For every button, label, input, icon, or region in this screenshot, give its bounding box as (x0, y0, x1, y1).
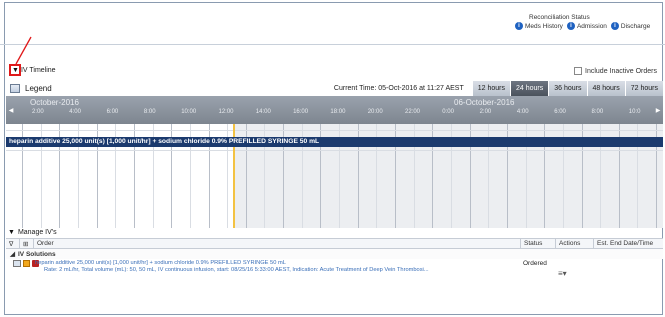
axis-tick-label: 10:00 (181, 109, 197, 115)
recon-admission[interactable]: i Admission (566, 22, 607, 30)
axis-tick-label: 10:0 (628, 109, 641, 115)
recon-meds-history[interactable]: i Meds History (515, 22, 563, 30)
axis-tick-label: 18:00 (330, 109, 346, 115)
axis-tick-label: 12:00 (218, 109, 234, 115)
timeline-toolbar: Legend Current Time: 05-Oct-2016 at 11:2… (6, 80, 663, 96)
group-label: IV Solutions (18, 250, 56, 258)
month-label-left: October-2016 (30, 98, 79, 107)
recon-discharge[interactable]: i Discharge (610, 22, 650, 30)
range-24-hours[interactable]: 24 hours (510, 80, 549, 96)
include-inactive-checkbox[interactable] (574, 67, 583, 75)
timeline-axis: ◀ October-2016 06-October-2016 ▶ 2:00 4:0… (6, 96, 663, 124)
range-72-hours[interactable]: 72 hours (624, 80, 663, 96)
col-actions[interactable]: Actions (556, 239, 594, 248)
group-iv-solutions[interactable]: ◢ IV Solutions (6, 249, 663, 259)
info-icon: i (566, 22, 575, 30)
axis-tick-label: 2:00 (479, 109, 492, 115)
order-details: Rate: 2 mL/hr, Total volume (mL): 50, 50… (44, 267, 429, 273)
reconciliation-status: Reconciliation Status i Meds History i Adm… (515, 14, 665, 30)
divider (0, 44, 665, 45)
include-inactive-toggle[interactable]: Include Inactive Orders (574, 67, 657, 75)
column-options-icon[interactable]: ⊞ (20, 239, 34, 248)
order-name[interactable]: heparin additive 25,000 unit(s) [1,000 u… (35, 260, 286, 266)
iv-orders-table: ∇ ⊞ Order Status Actions Est. End Date/T… (6, 238, 663, 315)
expand-group-icon[interactable]: ◢ (10, 250, 15, 258)
include-inactive-label: Include Inactive Orders (585, 67, 657, 75)
collapse-triangle-icon[interactable]: ▼ (12, 67, 19, 74)
range-12-hours[interactable]: 12 hours (471, 80, 510, 96)
info-icon: i (515, 22, 523, 30)
range-36-hours[interactable]: 36 hours (548, 80, 587, 96)
col-order[interactable]: Order (34, 239, 521, 248)
table-row[interactable]: heparin additive 25,000 unit(s) [1,000 u… (6, 259, 663, 281)
legend-label: Legend (25, 83, 52, 93)
filter-icon[interactable]: ∇ (6, 239, 20, 248)
manage-ivs-title: Manage IV's (17, 229, 57, 236)
iv-timeline-header[interactable]: ▼ IV Timeline (12, 67, 56, 74)
manage-ivs-header[interactable]: ▼ Manage IV's (8, 229, 57, 236)
iv-timeline-title: IV Timeline (20, 67, 56, 74)
axis-tick-label: 2:00 (32, 109, 44, 115)
collapse-triangle-icon[interactable]: ▼ (8, 229, 15, 236)
actions-menu-icon[interactable]: ≡▾ (558, 269, 567, 278)
info-icon: i (610, 22, 619, 30)
axis-tick-label: 4:00 (516, 109, 529, 115)
legend-button[interactable]: Legend (6, 83, 176, 93)
axis-tick-label: 0:00 (442, 109, 454, 115)
note-icon (23, 260, 30, 267)
order-type-icon (13, 260, 21, 267)
scroll-left-icon[interactable]: ◀ (6, 96, 16, 124)
axis-tick-label: 6:00 (554, 109, 566, 115)
col-status[interactable]: Status (521, 239, 556, 248)
axis-tick-label: 8:00 (143, 109, 156, 115)
grid-row-line (6, 150, 663, 151)
legend-icon (10, 83, 20, 93)
table-header: ∇ ⊞ Order Status Actions Est. End Date/T… (6, 239, 663, 249)
col-end-date[interactable]: Est. End Date/Time (594, 239, 663, 248)
axis-tick-label: 22:00 (405, 109, 421, 115)
scroll-right-icon[interactable]: ▶ (653, 96, 663, 124)
infusion-bar[interactable]: heparin additive 25,000 unit(s) [1,000 u… (6, 137, 663, 147)
axis-tick-label: 8:00 (591, 109, 604, 115)
timeline-grid: heparin additive 25,000 unit(s) [1,000 u… (6, 124, 663, 228)
reconciliation-title: Reconciliation Status (529, 14, 590, 21)
current-time: Current Time: 05-Oct-2016 at 11:27 AEST (333, 84, 464, 92)
axis-tick-label: 20:00 (367, 109, 383, 115)
month-label-right: 06-October-2016 (454, 98, 515, 107)
order-status: Ordered (523, 260, 547, 267)
axis-tick-label: 16:00 (293, 109, 309, 115)
grid-row-line (6, 130, 663, 131)
axis-tick-label: 6:00 (106, 109, 119, 115)
axis-tick-label: 4:00 (69, 109, 81, 115)
axis-tick-label: 14:00 (255, 109, 271, 115)
range-48-hours[interactable]: 48 hours (586, 80, 625, 96)
